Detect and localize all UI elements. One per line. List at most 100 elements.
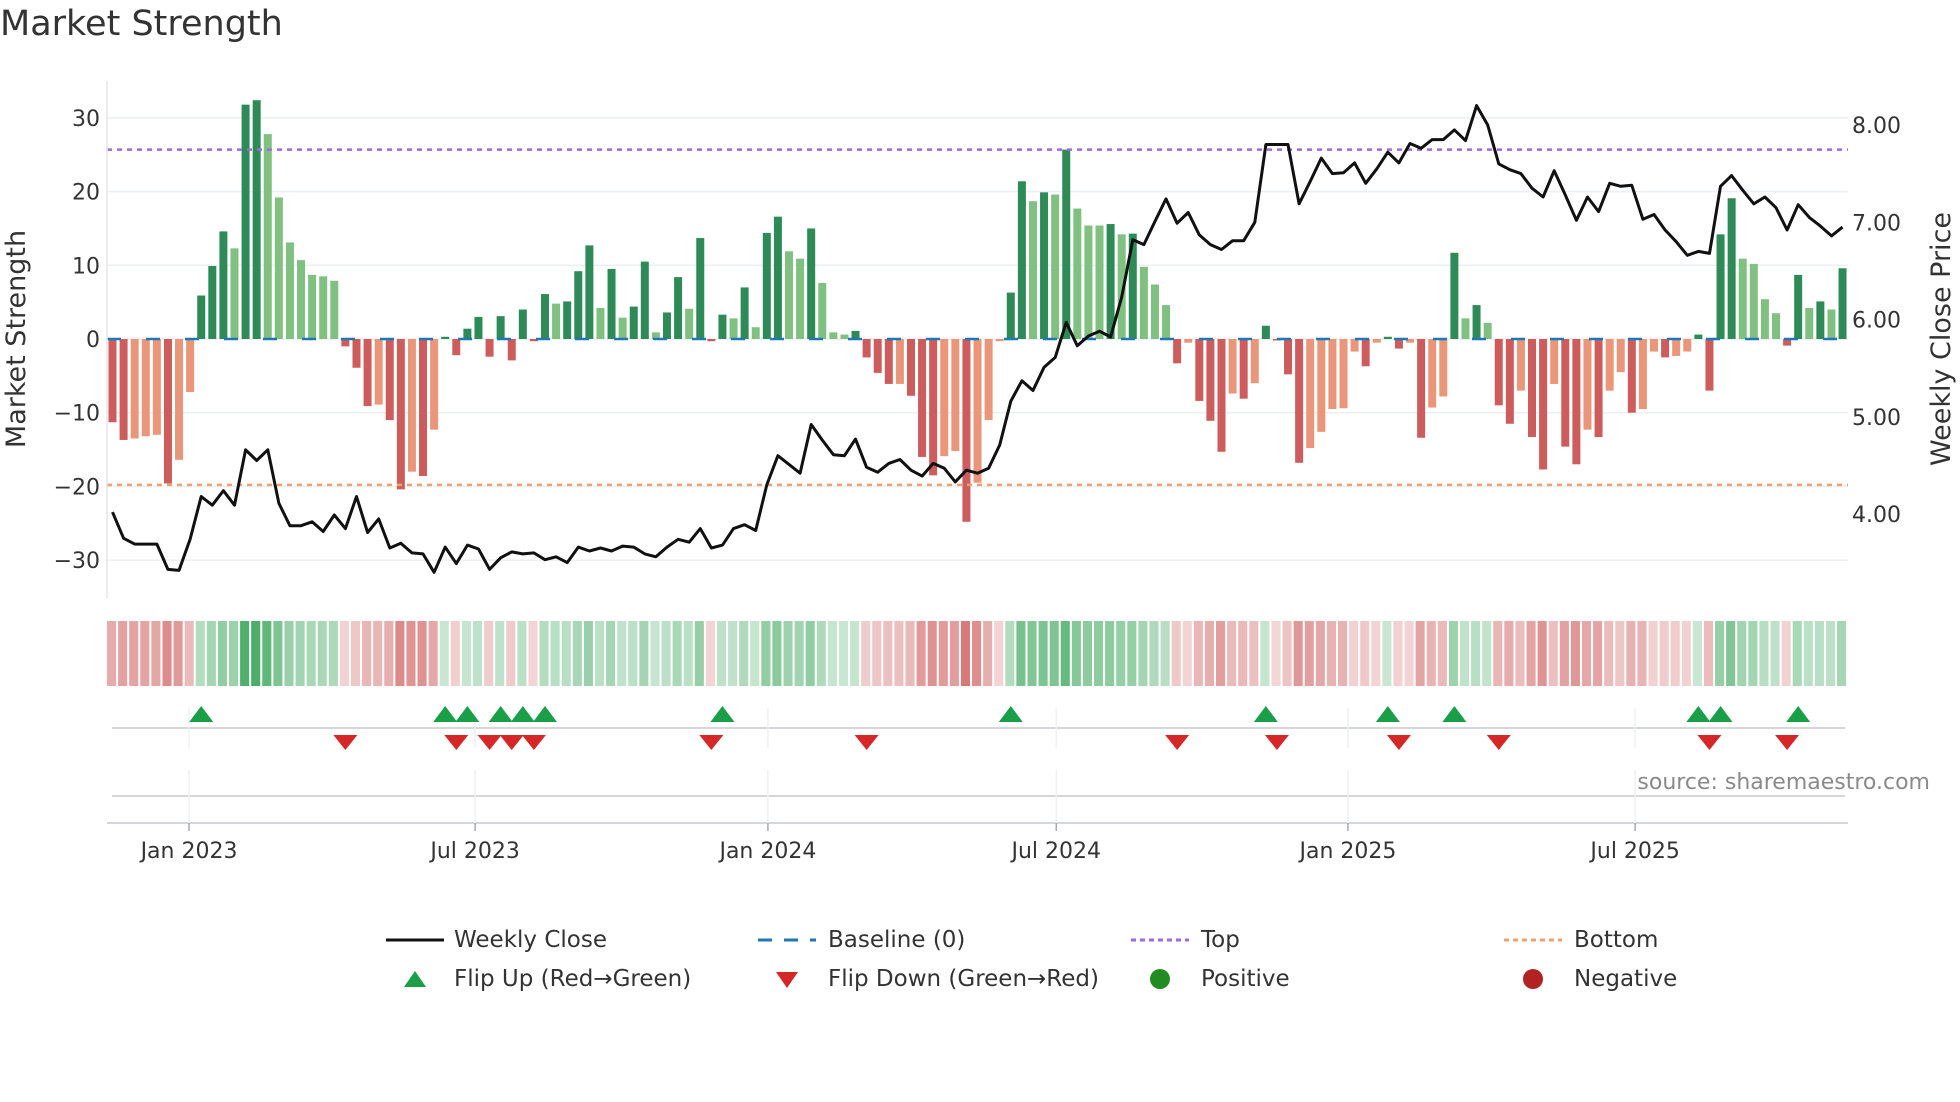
heatmap-cell	[140, 621, 150, 686]
y-tick-label: 0	[86, 328, 100, 353]
heatmap-cell	[384, 621, 394, 686]
strength-bar	[818, 282, 827, 339]
flip-down-marker	[333, 735, 358, 750]
y-axis-title: Market Strength	[1, 230, 32, 448]
strength-bar	[1772, 313, 1780, 339]
strength-bar	[1705, 339, 1714, 391]
strength-bar	[895, 339, 904, 384]
strength-bar	[1650, 339, 1659, 352]
strength-bar	[1284, 339, 1293, 375]
heatmap-cell	[118, 621, 128, 686]
heatmap-cell	[461, 621, 471, 686]
heatmap-cell	[273, 621, 283, 686]
strength-bar	[674, 277, 683, 339]
strength-bar	[319, 276, 328, 339]
flip-down-marker	[521, 735, 546, 750]
y2-tick-label: 4.00	[1852, 503, 1901, 528]
flip-down-marker	[499, 735, 524, 750]
legend-bottom[interactable]: Bottom	[1504, 925, 1658, 955]
strength-bar	[186, 339, 195, 393]
heatmap-cell	[1082, 621, 1093, 686]
heatmap-cell	[1781, 621, 1791, 686]
heatmap-cell	[240, 621, 250, 686]
strength-bar	[1528, 339, 1537, 438]
strength-bar	[1017, 181, 1026, 339]
strength-bar	[1483, 322, 1492, 339]
strength-bar	[751, 327, 760, 339]
heatmap-cell	[1227, 621, 1237, 686]
heatmap-cell	[295, 621, 305, 686]
heatmap-cell	[1127, 621, 1137, 686]
flip-down-marker	[1775, 735, 1800, 750]
heatmap-cell	[728, 621, 738, 686]
y2-tick-label: 5.00	[1852, 406, 1901, 431]
legend-label: Positive	[1201, 966, 1290, 992]
strength-bar	[285, 242, 294, 339]
strength-bar	[1616, 339, 1625, 373]
legend-negative[interactable]: Negative	[1504, 964, 1677, 994]
strength-bar	[1638, 339, 1647, 410]
strength-bar	[463, 328, 472, 339]
heatmap-cell	[1171, 621, 1181, 686]
strength-bar	[585, 245, 594, 339]
heatmap-cell	[428, 621, 438, 686]
heatmap-cell	[894, 621, 904, 686]
heatmap-cell	[350, 621, 361, 686]
legend-label: Top	[1201, 927, 1240, 953]
flip-down-marker	[699, 735, 724, 750]
heatmap-cell	[850, 621, 860, 686]
legend-baseline[interactable]: Baseline (0)	[758, 925, 965, 955]
strength-bar	[1306, 339, 1315, 449]
flip-down-marker	[1697, 735, 1722, 750]
flip-down-marker	[1486, 735, 1511, 750]
strength-bar	[1195, 339, 1204, 401]
strength-bar	[1040, 192, 1049, 339]
strength-bar	[1627, 339, 1636, 413]
heatmap-cell	[1692, 621, 1702, 686]
heatmap-cell	[1304, 621, 1314, 686]
heatmap-cell	[1459, 621, 1470, 686]
heatmap-cell	[1626, 621, 1636, 686]
heatmap-cell	[1094, 621, 1104, 686]
strength-bar	[1694, 334, 1703, 339]
heatmap-cell	[129, 621, 139, 686]
strength-bar	[773, 216, 782, 339]
legend-positive[interactable]: Positive	[1131, 964, 1290, 994]
legend-top[interactable]: Top	[1131, 925, 1240, 955]
strength-bar	[1838, 268, 1847, 339]
heatmap-cell	[1526, 621, 1536, 686]
strength-bar	[1494, 339, 1503, 406]
heatmap-cell	[162, 621, 172, 686]
strength-bar	[829, 332, 838, 339]
strength-bar	[984, 339, 993, 421]
strength-bar	[1006, 292, 1015, 339]
legend-weekly-close[interactable]: Weekly Close	[386, 925, 607, 955]
heatmap-cell	[1703, 621, 1714, 686]
strength-bar	[496, 316, 505, 339]
strength-bar	[1561, 339, 1570, 447]
heatmap-cell	[916, 621, 926, 686]
heatmap-cell	[872, 621, 882, 686]
heatmap-cell	[1382, 621, 1392, 686]
heatmap-cell	[606, 621, 616, 686]
strength-bar	[152, 339, 161, 435]
strength-bar	[995, 339, 1004, 342]
strength-bar	[1683, 339, 1692, 352]
strength-bar	[330, 280, 339, 339]
strength-bar	[1139, 266, 1148, 339]
legend-flip-up[interactable]: Flip Up (Red→Green)	[386, 964, 691, 994]
strength-bar	[485, 339, 494, 357]
heatmap-cell	[617, 621, 627, 686]
strength-bar	[607, 268, 616, 339]
strength-bar	[352, 339, 361, 368]
flip-up-marker	[533, 706, 558, 722]
legend-flip-down[interactable]: Flip Down (Green→Red)	[758, 964, 1099, 994]
strength-bar	[1827, 309, 1836, 339]
strength-bar	[696, 238, 705, 339]
heatmap-cell	[683, 621, 693, 686]
strength-bar	[685, 308, 694, 339]
strength-bar	[1073, 208, 1082, 339]
flip-up-marker	[1442, 706, 1467, 722]
strength-bar	[1295, 339, 1304, 463]
strength-bar	[274, 197, 283, 339]
